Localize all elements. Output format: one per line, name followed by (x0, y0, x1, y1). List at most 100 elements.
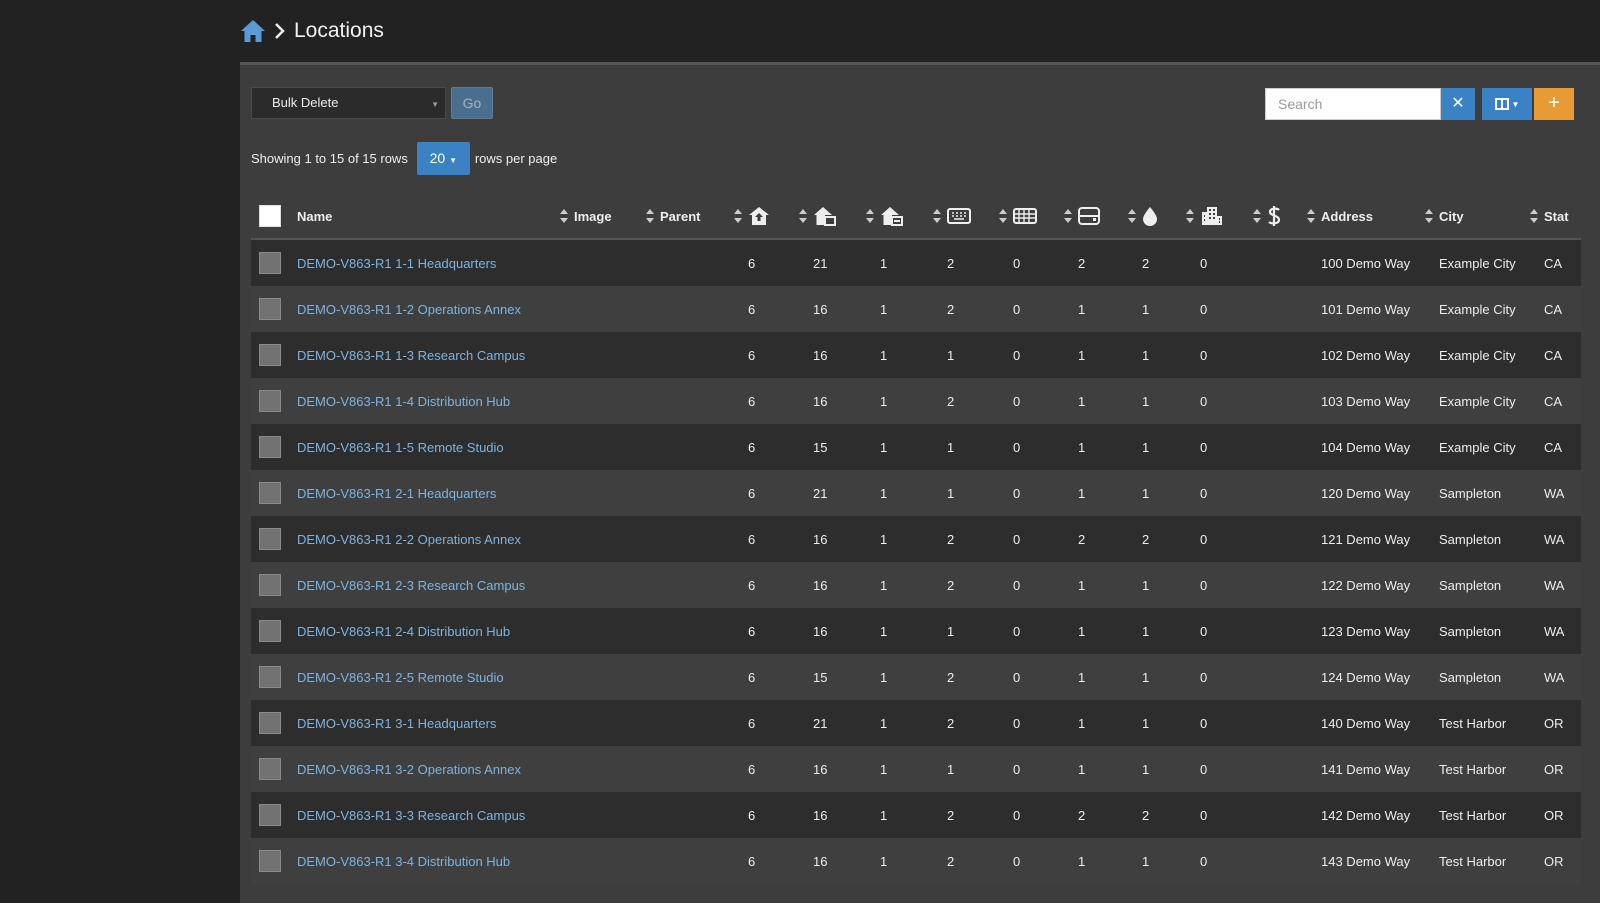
column-header-state[interactable]: Stat (1544, 194, 1581, 240)
sort-icon[interactable] (734, 209, 742, 223)
row-select-cell (251, 562, 297, 608)
location-link[interactable]: DEMO-V863-R1 2-4 Distribution Hub (297, 624, 510, 639)
location-link[interactable]: DEMO-V863-R1 2-2 Operations Annex (297, 532, 521, 547)
count-cell-c5: 0 (1013, 439, 1021, 455)
count-cell-c8: 0 (1200, 301, 1208, 317)
columns-toggle-button[interactable]: ▼ (1482, 88, 1532, 120)
sort-icon[interactable] (1307, 209, 1315, 223)
sort-icon[interactable] (866, 209, 874, 223)
column-header-assigned[interactable] (880, 194, 947, 240)
row-checkbox[interactable] (259, 574, 281, 596)
currency-cell (1267, 562, 1321, 608)
city-cell: Test Harbor (1439, 807, 1507, 823)
sort-icon[interactable] (1064, 209, 1072, 223)
count-cell-c5: 0 (1013, 761, 1021, 777)
currency-cell (1267, 792, 1321, 838)
column-header-image[interactable]: Image (574, 194, 660, 240)
row-checkbox[interactable] (259, 252, 281, 274)
location-link[interactable]: DEMO-V863-R1 2-5 Remote Studio (297, 670, 504, 685)
add-location-button[interactable]: + (1534, 88, 1574, 120)
count-cell-c1: 6 (748, 531, 756, 547)
go-button[interactable]: Go (451, 87, 493, 119)
sort-icon[interactable] (1425, 209, 1433, 223)
sort-icon[interactable] (1253, 209, 1261, 223)
currency-cell (1267, 608, 1321, 654)
row-checkbox[interactable] (259, 620, 281, 642)
row-checkbox[interactable] (259, 758, 281, 780)
count-cell-c1: 6 (748, 393, 756, 409)
currency-cell (1267, 378, 1321, 424)
sort-icon[interactable] (799, 209, 807, 223)
location-link[interactable]: DEMO-V863-R1 2-1 Headquarters (297, 486, 496, 501)
bulk-action-select[interactable]: Bulk Delete ▼ (251, 87, 446, 119)
count-cell-c1: 6 (748, 347, 756, 363)
currency-cell (1267, 654, 1321, 700)
count-cell-c1: 6 (748, 623, 756, 639)
column-label: Address (1321, 208, 1374, 224)
sort-icon[interactable] (999, 209, 1007, 223)
column-header-address[interactable]: Address (1321, 194, 1439, 240)
state-cell: WA (1544, 531, 1565, 547)
row-checkbox[interactable] (259, 528, 281, 550)
row-checkbox[interactable] (259, 390, 281, 412)
column-header-currency[interactable] (1267, 194, 1321, 240)
count-cell-c3: 1 (880, 255, 888, 271)
sort-icon[interactable] (1530, 209, 1538, 223)
count-cell-c3: 1 (880, 807, 888, 823)
row-checkbox[interactable] (259, 850, 281, 872)
row-checkbox[interactable] (259, 298, 281, 320)
location-link[interactable]: DEMO-V863-R1 1-5 Remote Studio (297, 440, 504, 455)
count-cell-c7: 1 (1142, 485, 1150, 501)
address-cell: 120 Demo Way (1321, 485, 1411, 501)
clear-search-button[interactable]: ✕ (1441, 88, 1475, 120)
name-cell: DEMO-V863-R1 3-1 Headquarters (297, 700, 574, 746)
column-header-accessories[interactable] (947, 194, 1013, 240)
count-cell-c3: 1 (880, 393, 888, 409)
row-checkbox[interactable] (259, 436, 281, 458)
column-header-components[interactable] (1078, 194, 1142, 240)
name-cell: DEMO-V863-R1 3-4 Distribution Hub (297, 838, 574, 884)
column-header-users[interactable] (1200, 194, 1267, 240)
location-link[interactable]: DEMO-V863-R1 1-2 Operations Annex (297, 302, 521, 317)
column-header-licenses[interactable] (1142, 194, 1200, 240)
column-header-checked-out[interactable] (813, 194, 880, 240)
count-cell-c5: 0 (1013, 531, 1021, 547)
count-cell-c6: 2 (1078, 807, 1086, 823)
parent-cell (660, 470, 748, 516)
row-checkbox[interactable] (259, 712, 281, 734)
location-link[interactable]: DEMO-V863-R1 3-3 Research Campus (297, 808, 525, 823)
table-row: DEMO-V863-R1 2-2 Operations Annex 6 16 1 2 0 2… (251, 516, 1581, 562)
home-icon[interactable] (240, 19, 266, 43)
sort-icon[interactable] (1186, 209, 1194, 223)
search-input[interactable] (1265, 88, 1441, 120)
column-header-assets[interactable] (748, 194, 813, 240)
location-link[interactable]: DEMO-V863-R1 1-4 Distribution Hub (297, 394, 510, 409)
row-select-cell (251, 424, 297, 470)
table-row: DEMO-V863-R1 2-4 Distribution Hub 6 16 1 1 0 1… (251, 608, 1581, 654)
count-cell-c4: 2 (947, 301, 955, 317)
select-all-checkbox[interactable] (259, 205, 281, 227)
state-cell: WA (1544, 485, 1565, 501)
column-header-city[interactable]: City (1439, 194, 1544, 240)
sort-icon[interactable] (560, 209, 568, 223)
row-checkbox[interactable] (259, 666, 281, 688)
sort-icon[interactable] (1128, 209, 1136, 223)
location-link[interactable]: DEMO-V863-R1 1-3 Research Campus (297, 348, 525, 363)
location-link[interactable]: DEMO-V863-R1 3-4 Distribution Hub (297, 854, 510, 869)
location-link[interactable]: DEMO-V863-R1 1-1 Headquarters (297, 256, 496, 271)
column-header-parent[interactable]: Parent (660, 194, 748, 240)
address-cell: 101 Demo Way (1321, 301, 1411, 317)
column-header-consumables[interactable] (1013, 194, 1078, 240)
city-cell: Example City (1439, 393, 1516, 409)
row-checkbox[interactable] (259, 804, 281, 826)
location-link[interactable]: DEMO-V863-R1 3-2 Operations Annex (297, 762, 521, 777)
location-link[interactable]: DEMO-V863-R1 3-1 Headquarters (297, 716, 496, 731)
row-checkbox[interactable] (259, 482, 281, 504)
image-cell (574, 700, 660, 746)
column-header-name[interactable]: Name (297, 194, 574, 240)
page-size-dropdown[interactable]: 20 ▼ (416, 142, 470, 175)
sort-icon[interactable] (933, 209, 941, 223)
row-checkbox[interactable] (259, 344, 281, 366)
sort-icon[interactable] (646, 209, 654, 223)
location-link[interactable]: DEMO-V863-R1 2-3 Research Campus (297, 578, 525, 593)
